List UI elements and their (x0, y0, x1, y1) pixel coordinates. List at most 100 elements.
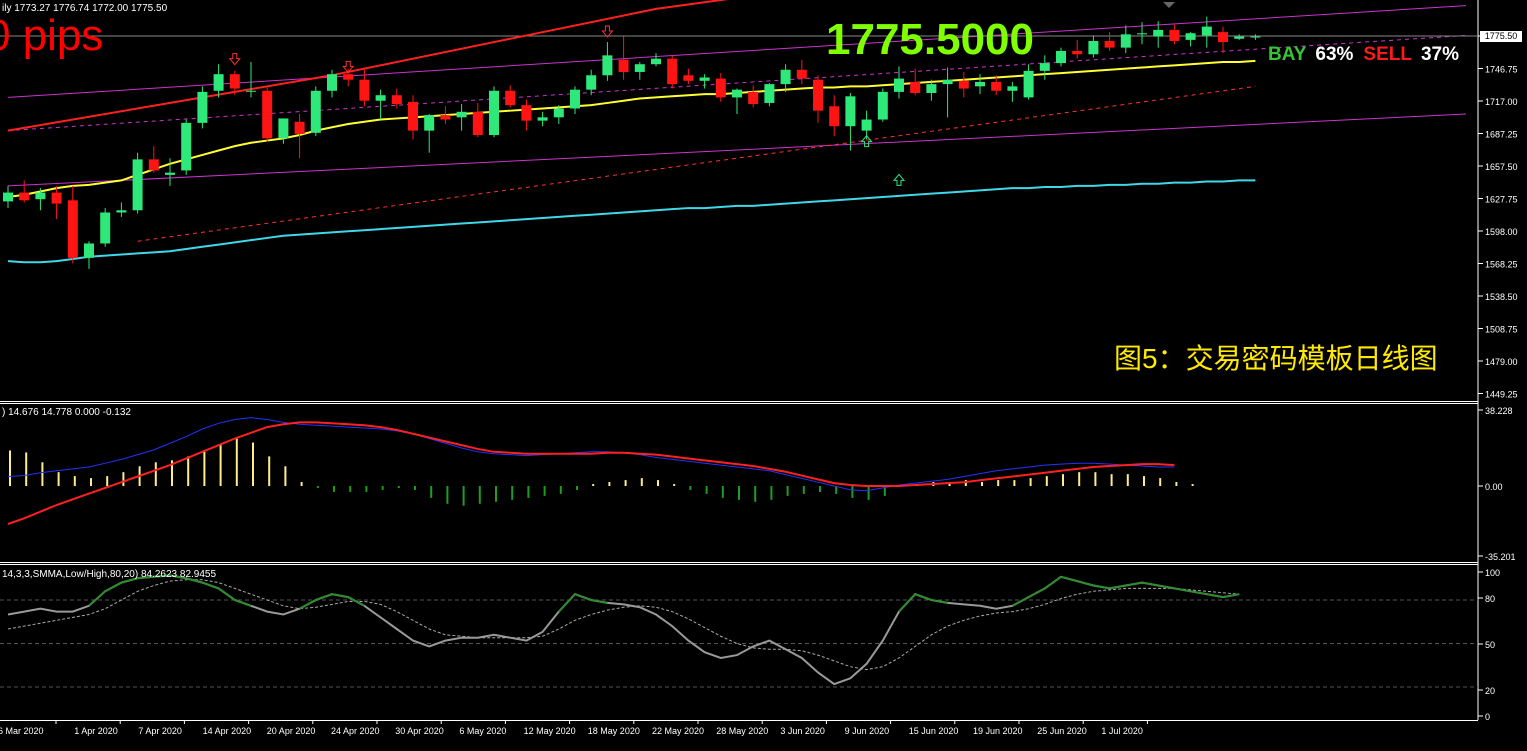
price-tick-label: 1479.00 (1485, 357, 1518, 367)
candle (877, 91, 888, 120)
time-tick-label: 28 May 2020 (716, 726, 768, 736)
candle (1104, 40, 1115, 48)
candle (213, 74, 224, 91)
candle (165, 172, 175, 175)
candle (975, 81, 985, 87)
candle (861, 119, 872, 131)
sell-label: SELL (1363, 44, 1412, 65)
price-tick-label: 1746.75 (1485, 65, 1518, 75)
candle (1072, 50, 1083, 55)
candle (1153, 29, 1164, 37)
candle (327, 74, 337, 91)
bay-label: BAY (1268, 44, 1307, 65)
candle (1120, 34, 1131, 48)
price-tick-label: 1687.25 (1485, 130, 1518, 140)
macd-tick-label: -35.201 (1485, 552, 1516, 562)
candle (132, 159, 143, 211)
price-tick-label: 1657.50 (1485, 162, 1518, 172)
candle (926, 84, 937, 93)
figure-caption: 图5：交易密码模板日线图 (1114, 343, 1438, 374)
candle (424, 115, 435, 131)
candle (456, 111, 467, 118)
candle (991, 81, 1002, 91)
candle (343, 74, 354, 80)
time-tick-label: 25 Jun 2020 (1037, 726, 1087, 736)
candle (84, 243, 94, 258)
candle (651, 58, 661, 65)
time-tick-label: 1 Jul 2020 (1101, 726, 1143, 736)
candle (894, 78, 904, 92)
candle (51, 192, 62, 204)
sell-percent: 37% (1420, 44, 1459, 65)
candle (537, 117, 548, 121)
current-price-display: 1775.5000 (826, 15, 1034, 64)
candle (148, 159, 159, 171)
pips-indicator: 0 pips (0, 11, 104, 60)
stoch-tick-label: 50 (1485, 640, 1495, 650)
price-tick-label: 1538.50 (1485, 292, 1518, 302)
candle (116, 210, 127, 213)
candle (1137, 33, 1147, 35)
candle (1088, 40, 1099, 55)
time-tick-label: 12 May 2020 (524, 726, 576, 736)
candle (1056, 50, 1066, 64)
time-tick-label: 9 Jun 2020 (845, 726, 890, 736)
candle (472, 111, 483, 136)
price-tick-label: 1627.75 (1485, 195, 1518, 205)
candle (391, 95, 402, 105)
candle (586, 75, 597, 90)
time-tick-label: 6 May 2020 (459, 726, 506, 736)
stoch-tick-label: 100 (1485, 568, 1500, 578)
candle (845, 96, 856, 127)
current-price-tag: 1775.50 (1480, 31, 1522, 42)
candle (829, 106, 840, 127)
candle (3, 192, 13, 202)
candle (229, 74, 240, 89)
candle (375, 95, 386, 101)
time-tick-label: 22 May 2020 (652, 726, 704, 736)
candle (1007, 86, 1018, 91)
time-tick-label: 3 Jun 2020 (780, 726, 825, 736)
candle (489, 90, 499, 136)
candle (1250, 36, 1261, 38)
time-tick-label: 30 Apr 2020 (395, 726, 444, 736)
candle (246, 90, 256, 92)
candle (1185, 33, 1196, 40)
candle (294, 121, 305, 134)
candle (732, 89, 742, 98)
candle (715, 78, 726, 98)
price-tick-label: 1508.75 (1485, 325, 1518, 335)
price-tick-label: 1449.25 (1485, 390, 1518, 400)
candle (197, 91, 208, 123)
price-tick-label: 1598.00 (1485, 227, 1518, 237)
candle (1201, 26, 1212, 36)
time-tick-label: 19 Jun 2020 (973, 726, 1023, 736)
candle (958, 80, 969, 89)
price-tick-label: 1568.25 (1485, 260, 1518, 270)
time-tick-label: 24 Apr 2020 (331, 726, 380, 736)
candle (1169, 29, 1180, 41)
candle (278, 118, 289, 139)
price-tick-label: 1717.00 (1485, 97, 1518, 107)
candle (683, 75, 694, 81)
candle (780, 69, 791, 85)
candle (67, 200, 78, 258)
stoch-tick-label: 0 (1485, 712, 1490, 722)
macd-tick-label: 0.00 (1485, 482, 1503, 492)
candle (35, 192, 46, 200)
candle (813, 79, 823, 111)
trading-terminal-chart[interactable]: 1775.50 1746.75 1717.00 1687.25 1657.50 1627.… (0, 0, 1527, 746)
candle (310, 90, 321, 133)
macd-tick-label: 38.228 (1485, 406, 1513, 416)
candle (100, 212, 111, 244)
candle (1023, 70, 1034, 98)
candle (408, 101, 418, 131)
sentiment-panel: BAY 63% SELL 37% (1268, 45, 1459, 64)
candle (1039, 63, 1050, 71)
candle (618, 59, 629, 72)
candle (602, 55, 613, 76)
candle (942, 79, 953, 85)
time-tick-label: 14 Apr 2020 (203, 726, 252, 736)
candle (699, 77, 710, 81)
candle (667, 58, 678, 85)
